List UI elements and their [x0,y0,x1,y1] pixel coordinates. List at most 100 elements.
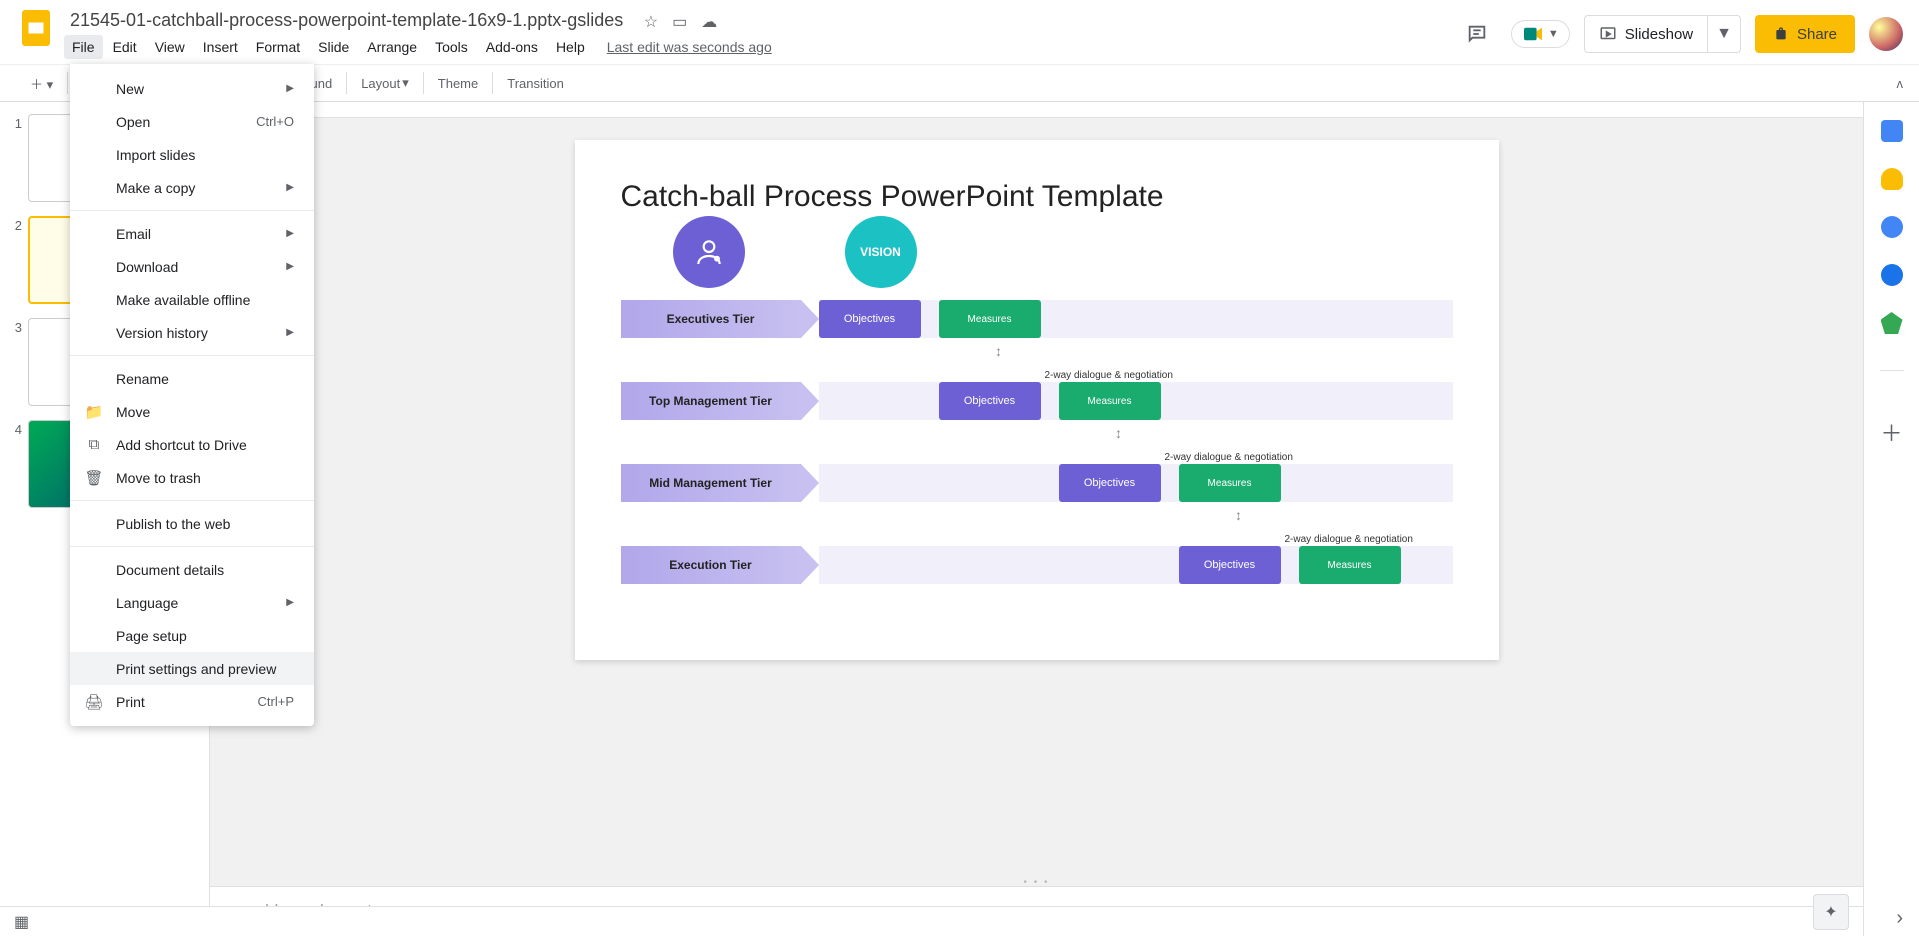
tier-label[interactable]: Top Management Tier [621,382,801,420]
menu-item-language[interactable]: Language▶ [70,586,314,619]
tier-track: Objectives Measures [819,546,1453,584]
menu-item-download[interactable]: Download▶ [70,250,314,283]
menu-view[interactable]: View [147,35,193,59]
measures-box[interactable]: Measures [1059,382,1161,420]
arrow-vertical-icon: ↕ [1112,425,1126,449]
measures-box[interactable]: Measures [939,300,1041,338]
document-title[interactable]: 21545-01-catchball-process-powerpoint-te… [64,8,629,33]
move-folder-icon[interactable]: ▭ [672,12,687,32]
menu-item-email[interactable]: Email▶ [70,217,314,250]
menu-arrange[interactable]: Arrange [359,35,425,59]
objectives-box[interactable]: Objectives [819,300,921,338]
menu-item-import-slides[interactable]: Import slides [70,138,314,171]
calendar-icon[interactable] [1881,120,1903,142]
objectives-box[interactable]: Objectives [939,382,1041,420]
menu-item-move-to-trash[interactable]: 🗑Move to trash [70,461,314,494]
menu-item-print[interactable]: 🖨PrintCtrl+P [70,685,314,718]
notes-drag-handle[interactable]: • • • [210,878,1863,886]
collapse-toolbar-icon[interactable]: ʌ [1891,72,1910,95]
objectives-box[interactable]: Objectives [1179,546,1281,584]
menu-item-version-history[interactable]: Version history▶ [70,316,314,349]
slideshow-button[interactable]: Slideshow ▼ [1584,15,1741,53]
share-label: Share [1797,26,1837,43]
menu-addons[interactable]: Add-ons [478,35,546,59]
add-addon-icon[interactable]: ＋ [1880,416,1902,448]
menu-tools[interactable]: Tools [427,35,476,59]
comments-icon[interactable] [1457,14,1497,54]
menu-edit[interactable]: Edit [105,35,145,59]
arrow-vertical-icon: ↕ [992,343,1006,367]
menu-item-document-details[interactable]: Document details [70,553,314,586]
tier-track: Objectives Measures [819,464,1453,502]
slide-title[interactable]: Catch-ball Process PowerPoint Template [621,180,1453,214]
dialogue-text: 2-way dialogue & negotiation [1045,370,1173,381]
canvas-area: Catch-ball Process PowerPoint Template V… [210,102,1863,936]
menu-item-rename[interactable]: Rename [70,362,314,395]
menubar: File Edit View Insert Format Slide Arran… [64,35,1457,59]
app-header: 21545-01-catchball-process-powerpoint-te… [0,0,1919,64]
footer-bar: ▦ [0,906,1863,936]
arrow-vertical-icon: ↕ [1232,507,1246,531]
vision-circle[interactable]: VISION [845,216,917,288]
menu-item-open[interactable]: OpenCtrl+O [70,105,314,138]
menu-item-print-settings-preview[interactable]: Print settings and preview [70,652,314,685]
thumb-number: 2 [8,216,22,304]
menu-item-make-copy[interactable]: Make a copy▶ [70,171,314,204]
layout-button[interactable]: Layout ▾ [355,71,415,95]
sidepanel-collapse-icon[interactable]: › [1896,907,1903,930]
grid-view-icon[interactable]: ▦ [14,912,29,932]
menu-slide[interactable]: Slide [310,35,357,59]
drive-shortcut-icon: ⧉ [84,436,104,453]
theme-button[interactable]: Theme [432,72,484,95]
title-area: 21545-01-catchball-process-powerpoint-te… [64,8,1457,59]
side-panel: ＋ [1863,102,1919,936]
thumb-number: 3 [8,318,22,406]
folder-move-icon: 📁 [84,403,104,421]
tier-track: Objectives Measures [819,300,1453,338]
menu-item-publish[interactable]: Publish to the web [70,507,314,540]
slideshow-dropdown[interactable]: ▼ [1708,25,1740,43]
menu-item-move[interactable]: 📁Move [70,395,314,428]
cloud-status-icon[interactable]: ☁ [701,12,717,32]
tier-label[interactable]: Execution Tier [621,546,801,584]
dialogue-text: 2-way dialogue & negotiation [1285,534,1413,545]
tier-label[interactable]: Executives Tier [621,300,801,338]
last-edit-link[interactable]: Last edit was seconds ago [607,35,772,59]
measures-box[interactable]: Measures [1299,546,1401,584]
share-button[interactable]: Share [1755,15,1855,53]
star-icon[interactable]: ☆ [644,12,658,32]
keep-icon[interactable] [1881,168,1903,190]
menu-file[interactable]: File [64,35,103,59]
horizontal-ruler [210,102,1863,118]
contacts-icon[interactable] [1881,264,1903,286]
menu-insert[interactable]: Insert [195,35,246,59]
slides-logo-icon[interactable] [16,8,56,48]
menu-help[interactable]: Help [548,35,593,59]
slideshow-label: Slideshow [1625,26,1693,43]
transition-button[interactable]: Transition [501,72,570,95]
maps-icon[interactable] [1881,312,1903,334]
explore-button[interactable]: ✦ [1813,894,1849,930]
meet-button[interactable]: ▼ [1511,20,1570,48]
account-avatar[interactable] [1869,17,1903,51]
slide-canvas[interactable]: Catch-ball Process PowerPoint Template V… [575,140,1499,660]
trash-icon: 🗑 [84,469,104,487]
menu-item-add-shortcut[interactable]: ⧉Add shortcut to Drive [70,428,314,461]
header-actions: ▼ Slideshow ▼ Share [1457,8,1903,54]
new-slide-button[interactable]: ＋ ▾ [24,70,59,97]
dialogue-text: 2-way dialogue & negotiation [1165,452,1293,463]
tier-track: Objectives Measures [819,382,1453,420]
menu-item-offline[interactable]: Make available offline [70,283,314,316]
chevron-down-icon: ▼ [1548,28,1559,40]
measures-box[interactable]: Measures [1179,464,1281,502]
print-icon: 🖨 [84,693,104,711]
menu-item-new[interactable]: New▶ [70,72,314,105]
menu-item-page-setup[interactable]: Page setup [70,619,314,652]
person-icon[interactable] [673,216,745,288]
tasks-icon[interactable] [1881,216,1903,238]
tier-label[interactable]: Mid Management Tier [621,464,801,502]
objectives-box[interactable]: Objectives [1059,464,1161,502]
menu-format[interactable]: Format [248,35,308,59]
thumb-number: 4 [8,420,22,508]
file-menu-dropdown: New▶ OpenCtrl+O Import slides Make a cop… [70,64,314,726]
